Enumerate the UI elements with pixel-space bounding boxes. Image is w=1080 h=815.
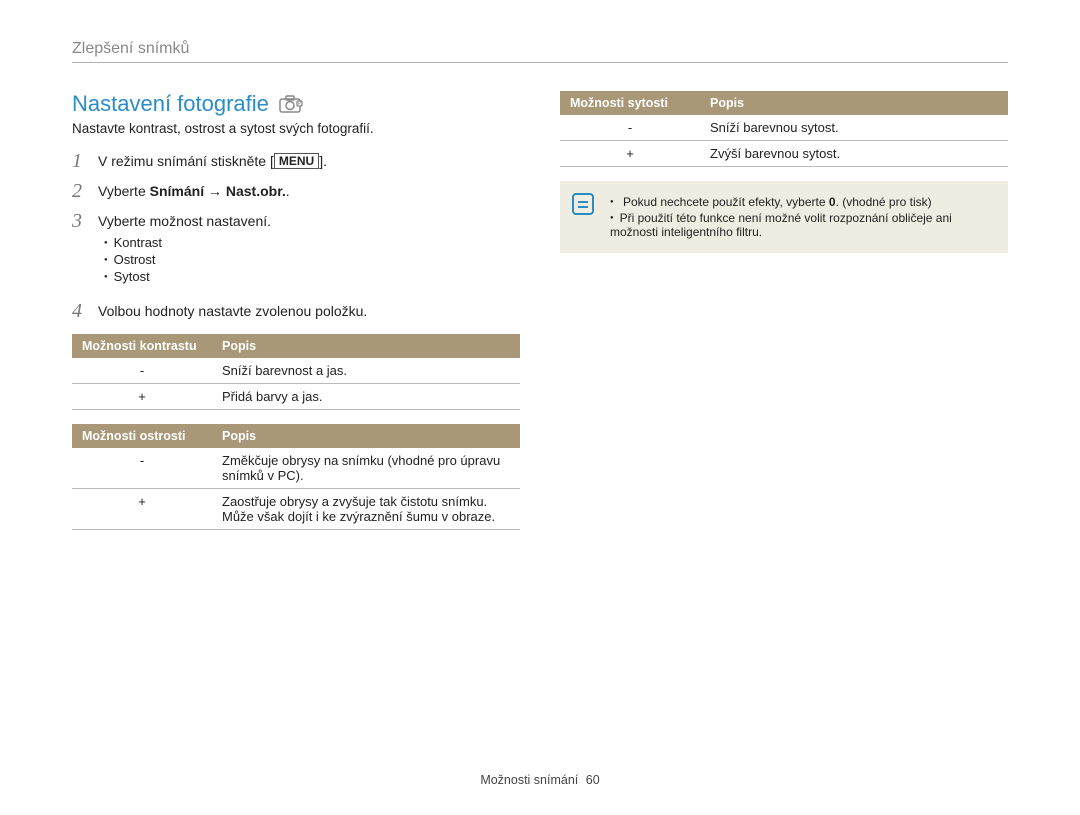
- note-icon: [572, 193, 594, 215]
- page: Zlepšení snímků Nastavení fotografie P N…: [0, 0, 1080, 815]
- cell-value: Zaostřuje obrysy a zvyšuje tak čistotu s…: [212, 489, 520, 530]
- sub-item-saturation: Sytost: [104, 269, 520, 284]
- step2-post: .: [286, 183, 290, 199]
- contrast-th-option: Možnosti kontrastu: [72, 334, 212, 358]
- content-columns: Nastavení fotografie P Nastavte kontrast…: [72, 91, 1008, 544]
- step1-pre: V režimu snímání stiskněte [: [98, 153, 274, 169]
- cell-value: Přidá barvy a jas.: [212, 384, 520, 410]
- footer-page-number: 60: [586, 773, 600, 787]
- step4-text: Volbou hodnoty nastavte zvolenou položku…: [98, 303, 367, 319]
- table-row: - Sníží barevnost a jas.: [72, 358, 520, 384]
- note-box: Pokud nechcete použít efekty, vyberte 0.…: [560, 181, 1008, 253]
- step-3: 3 Vyberte možnost nastavení. Kontrast Os…: [72, 210, 520, 292]
- left-column: Nastavení fotografie P Nastavte kontrast…: [72, 91, 520, 544]
- saturation-table: Možnosti sytosti Popis - Sníží barevnou …: [560, 91, 1008, 167]
- cell-value: Sníží barevnou sytost.: [700, 115, 1008, 141]
- cell-key: -: [72, 448, 212, 489]
- step2-pre: Vyberte: [98, 183, 150, 199]
- sharpness-table: Možnosti ostrosti Popis - Změkčuje obrys…: [72, 424, 520, 530]
- sub-item-sharpness: Ostrost: [104, 252, 520, 267]
- step-number: 1: [72, 150, 86, 172]
- step1-post: ].: [319, 153, 327, 169]
- steps-list: 1 V režimu snímání stiskněte [MENU]. 2 V…: [72, 150, 520, 322]
- heading-row: Nastavení fotografie P: [72, 91, 520, 117]
- cell-key: -: [560, 115, 700, 141]
- cell-key: -: [72, 358, 212, 384]
- step-number: 2: [72, 180, 86, 202]
- step-number: 4: [72, 300, 86, 322]
- menu-button-label: MENU: [274, 153, 319, 169]
- breadcrumb: Zlepšení snímků: [72, 40, 1008, 63]
- cell-key: +: [560, 141, 700, 167]
- cell-value: Sníží barevnost a jas.: [212, 358, 520, 384]
- sub-item-contrast: Kontrast: [104, 235, 520, 250]
- table-row: + Přidá barvy a jas.: [72, 384, 520, 410]
- saturation-th-option: Možnosti sytosti: [560, 91, 700, 115]
- contrast-th-desc: Popis: [212, 334, 520, 358]
- footer-section: Možnosti snímání: [480, 773, 578, 787]
- page-footer: Možnosti snímání 60: [0, 773, 1080, 787]
- sharpness-th-desc: Popis: [212, 424, 520, 448]
- step-2: 2 Vyberte Snímání → Nast.obr..: [72, 180, 520, 202]
- step2-bold: Snímání → Nast.obr.: [150, 183, 286, 199]
- contrast-table: Možnosti kontrastu Popis - Sníží barevno…: [72, 334, 520, 410]
- saturation-th-desc: Popis: [700, 91, 1008, 115]
- camera-icon: P: [279, 95, 303, 113]
- cell-value: Zvýší barevnou sytost.: [700, 141, 1008, 167]
- page-title: Nastavení fotografie: [72, 91, 269, 117]
- intro-text: Nastavte kontrast, ostrost a sytost svýc…: [72, 121, 520, 136]
- table-row: - Změkčuje obrysy na snímku (vhodné pro …: [72, 448, 520, 489]
- step3-sublist: Kontrast Ostrost Sytost: [98, 235, 520, 284]
- right-column: Možnosti sytosti Popis - Sníží barevnou …: [560, 91, 1008, 544]
- table-row: - Sníží barevnou sytost.: [560, 115, 1008, 141]
- sharpness-th-option: Možnosti ostrosti: [72, 424, 212, 448]
- step-number: 3: [72, 210, 86, 232]
- cell-key: +: [72, 489, 212, 530]
- table-row: + Zaostřuje obrysy a zvyšuje tak čistotu…: [72, 489, 520, 530]
- table-row: + Zvýší barevnou sytost.: [560, 141, 1008, 167]
- note-item-1: Pokud nechcete použít efekty, vyberte 0.…: [610, 195, 994, 209]
- step-1: 1 V režimu snímání stiskněte [MENU].: [72, 150, 520, 172]
- cell-value: Změkčuje obrysy na snímku (vhodné pro úp…: [212, 448, 520, 489]
- step-4: 4 Volbou hodnoty nastavte zvolenou polož…: [72, 300, 520, 322]
- note-item-2: Při použití této funkce není možné volit…: [610, 211, 994, 239]
- step3-text: Vyberte možnost nastavení.: [98, 213, 271, 229]
- cell-key: +: [72, 384, 212, 410]
